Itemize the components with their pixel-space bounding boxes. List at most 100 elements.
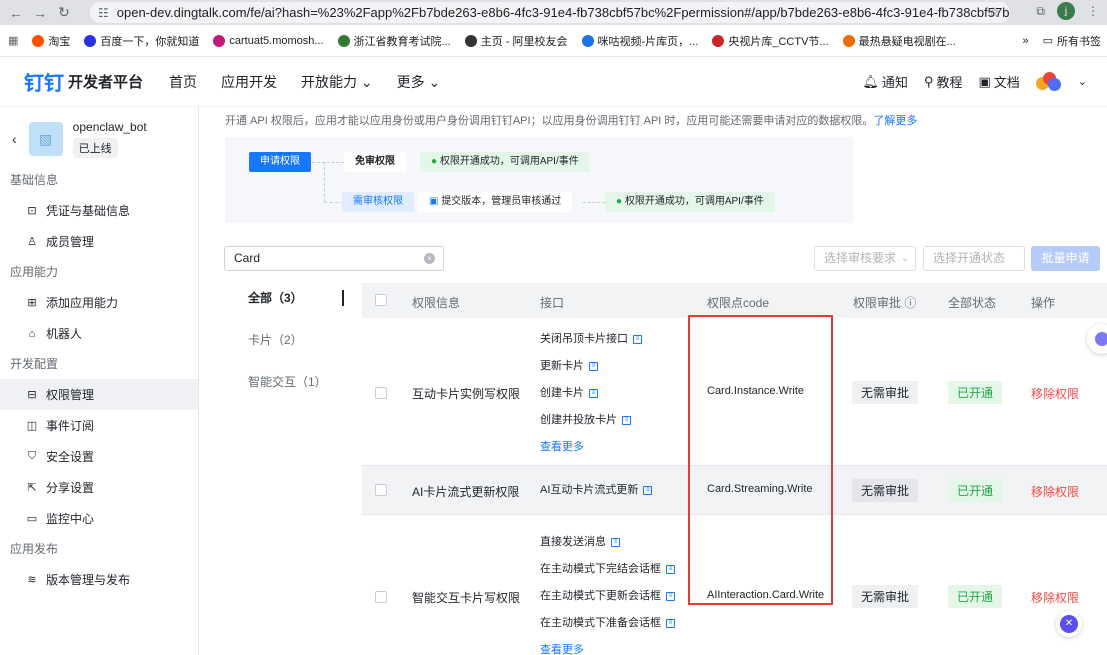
bookmark-item[interactable]: 咪咕视频-片库页，... [581, 33, 698, 49]
sidebar-item-monitor[interactable]: ▭ 监控中心 [0, 503, 198, 534]
learn-more-link[interactable]: 了解更多 [873, 115, 917, 127]
dingtalk-logo[interactable]: 钉钉 开发者平台 [24, 67, 143, 96]
back-chevron-icon[interactable]: ‹ [12, 131, 17, 147]
approval-tag: 无需审批 [852, 381, 919, 404]
grid-plus-icon: ⊞ [27, 297, 37, 309]
open-status-select[interactable]: 选择开通状态 [923, 246, 1025, 271]
doc-icon[interactable]: ≡ [589, 389, 598, 398]
clear-icon[interactable]: × [424, 253, 435, 264]
doc-icon[interactable]: ≡ [666, 565, 675, 574]
bookmark-favicon-icon [32, 34, 45, 47]
app-card: ‹ ▧ openclaw_bot 已上线 [0, 113, 198, 165]
all-bookmarks-folder[interactable]: ▭ 所有书签 [1043, 33, 1101, 49]
doc-icon[interactable]: ≡ [666, 592, 675, 601]
api-item[interactable]: AI互动卡片流式更新 ≡ [540, 477, 653, 504]
approval-tag: 无需审批 [852, 479, 919, 502]
nav-more[interactable]: 更多 ⌄ [397, 72, 441, 92]
chevron-down-icon[interactable]: ⌄ [1078, 75, 1087, 88]
api-item[interactable]: 关闭吊顶卡片接口 ≡ [540, 326, 642, 353]
nav-app-dev[interactable]: 应用开发 [221, 72, 277, 92]
address-bar[interactable]: ☷ open-dev.dingtalk.com/fe/ai?hash=%23%2… [90, 2, 1010, 23]
checkbox-checked-icon: ▣ [429, 196, 439, 207]
row-checkbox[interactable] [375, 591, 387, 603]
intro-text: 开通 API 权限后，应用才能以应用身份或用户身份调用钉钉API；以应用身份调用… [225, 115, 918, 127]
table-header: 权限信息 接口 权限点code 权限审批 ⓘ 全部状态 操作 [362, 283, 1107, 318]
sidebar-item-security[interactable]: ⛉ 安全设置 [0, 441, 198, 472]
extensions-icon[interactable]: ⧉ [1036, 4, 1045, 19]
doc-icon[interactable]: ≡ [666, 619, 675, 628]
bookmark-item[interactable]: 浙江省教育考试院... [337, 33, 451, 49]
row-checkbox[interactable] [375, 484, 387, 496]
api-item[interactable]: 在主动模式下更新会话框 ≡ [540, 583, 675, 610]
sidebar-group-release: 应用发布 [10, 542, 59, 556]
key-icon: ⊡ [27, 205, 37, 217]
monitor-icon: ▭ [26, 513, 38, 525]
more-bookmarks-icon[interactable]: » [1022, 35, 1028, 47]
forward-arrow-icon[interactable]: → [28, 1, 52, 25]
assistant-icon [1095, 332, 1107, 346]
nav-home[interactable]: 首页 [169, 72, 197, 92]
api-item[interactable]: 创建卡片 ≡ [540, 380, 642, 407]
apps-grid-icon[interactable]: ▦ [8, 34, 18, 47]
sidebar-item-members[interactable]: ♙ 成员管理 [0, 226, 198, 257]
user-avatar[interactable] [1035, 71, 1062, 92]
col-status: 全部状态 [948, 296, 997, 310]
api-item[interactable]: 直接发送消息 ≡ [540, 529, 675, 556]
bookmark-item[interactable]: 淘宝 [32, 33, 70, 49]
sidebar-item-share[interactable]: ⇱ 分享设置 [0, 472, 198, 503]
doc-icon[interactable]: ≡ [633, 335, 642, 344]
api-item[interactable]: 在主动模式下准备会话框 ≡ [540, 610, 675, 637]
profile-avatar[interactable]: j [1057, 2, 1075, 20]
tab-ai-interaction[interactable]: 智能交互（1） [224, 367, 344, 409]
sidebar-item-robot[interactable]: ⌂ 机器人 [0, 318, 198, 349]
batch-apply-button[interactable]: 批量申请 [1031, 246, 1100, 271]
bookmark-favicon-icon [464, 34, 477, 47]
tutorial-button[interactable]: ⚲ 教程 [924, 72, 963, 91]
doc-icon[interactable]: ≡ [611, 538, 620, 547]
view-more-link[interactable]: 查看更多 [540, 637, 584, 655]
table-row: AI卡片流式更新权限 AI互动卡片流式更新 ≡ Card.Streaming.Wr… [362, 466, 1107, 515]
sidebar-item-events[interactable]: ◫ 事件订阅 [0, 410, 198, 441]
table-row: 互动卡片实例写权限 关闭吊顶卡片接口 ≡ 更新卡片 ≡ 创建卡片 ≡ 创建并投放卡片 ≡… [362, 318, 1107, 466]
docs-button[interactable]: ▣ 文档 [978, 72, 1019, 91]
bookmark-item[interactable]: 最热悬疑电视剧在... [842, 33, 956, 49]
sidebar-item-add-capability[interactable]: ⊞ 添加应用能力 [0, 287, 198, 318]
nav-open-capabilities[interactable]: 开放能力 ⌄ [301, 72, 373, 92]
sidebar-item-version-release[interactable]: ≋ 版本管理与发布 [0, 564, 198, 595]
api-item[interactable]: 更新卡片 ≡ [540, 353, 642, 380]
bookmark-item[interactable]: cartuat5.momosh... [213, 33, 324, 49]
reload-icon[interactable]: ↻ [52, 1, 76, 25]
review-requirement-select[interactable]: 选择审核要求 ⌄ [814, 246, 916, 271]
tab-all[interactable]: 全部（3） [224, 283, 344, 325]
api-item[interactable]: 在主动模式下完结会话框 ≡ [540, 556, 675, 583]
view-more-link[interactable]: 查看更多 [540, 434, 584, 461]
main-content: 开通 API 权限后，应用才能以应用身份或用户身份调用钉钉API；以应用身份调用… [199, 107, 1107, 655]
doc-icon[interactable]: ≡ [622, 416, 631, 425]
notify-button[interactable]: 🔔︎ 通知 [862, 72, 908, 91]
sidebar-item-permissions[interactable]: ⊟ 权限管理 [0, 379, 198, 410]
select-all-checkbox[interactable] [375, 294, 387, 306]
row-checkbox[interactable] [375, 387, 387, 399]
back-arrow-icon[interactable]: ← [4, 1, 28, 25]
info-icon[interactable]: ⓘ [904, 296, 916, 310]
bookmark-item[interactable]: 主页 - 阿里校友会 [464, 33, 568, 49]
browser-menu-icon[interactable]: ⋮ [1087, 4, 1099, 18]
bookmark-star-icon[interactable]: ☆ [987, 4, 1000, 21]
tab-card[interactable]: 卡片（2） [224, 325, 344, 367]
remove-permission-link[interactable]: 移除权限 [1031, 483, 1079, 500]
remove-permission-link[interactable]: 移除权限 [1031, 385, 1079, 402]
flow-submit: ▣ 提交版本，管理员审核通过 [418, 192, 573, 212]
api-item[interactable]: 创建并投放卡片 ≡ [540, 407, 642, 434]
search-input[interactable]: Card × [224, 246, 444, 271]
site-settings-icon[interactable]: ☷ [98, 6, 109, 20]
bookmark-item[interactable]: 百度一下，你就知道 [84, 33, 199, 49]
bookmark-item[interactable]: 央视片库_CCTV节... [712, 33, 829, 49]
remove-permission-link[interactable]: 移除权限 [1031, 589, 1079, 606]
doc-icon[interactable]: ≡ [589, 362, 598, 371]
doc-icon[interactable]: ≡ [643, 486, 653, 495]
chat-float-button[interactable]: ✕ [1056, 611, 1082, 637]
browser-toolbar: ← → ↻ ☷ open-dev.dingtalk.com/fe/ai?hash… [0, 0, 1107, 25]
sidebar-item-credentials[interactable]: ⊡ 凭证与基础信息 [0, 195, 198, 226]
robot-icon: ⌂ [28, 327, 36, 340]
permission-code: AIInteraction.Card.Write [707, 589, 825, 601]
